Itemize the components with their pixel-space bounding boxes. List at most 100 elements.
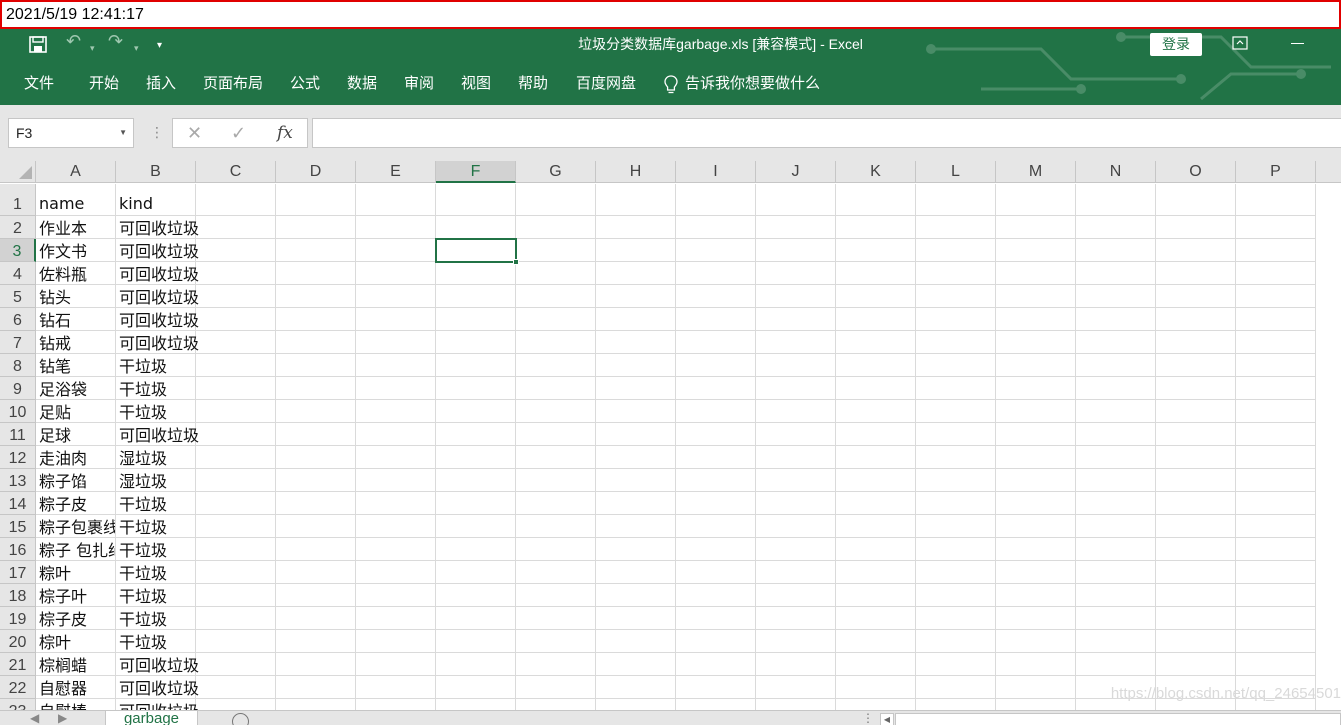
cell-a22[interactable]: 自慰器 — [36, 676, 116, 699]
cell-b17[interactable]: 干垃圾 — [116, 561, 196, 584]
cancel-icon[interactable]: ✕ — [187, 123, 202, 143]
cell-c19[interactable] — [196, 607, 276, 630]
cell-h14[interactable] — [596, 492, 676, 515]
cell-d7[interactable] — [276, 331, 356, 354]
cell-h10[interactable] — [596, 400, 676, 423]
cell-l7[interactable] — [916, 331, 996, 354]
cell-a12[interactable]: 走油肉 — [36, 446, 116, 469]
cell-a20[interactable]: 棕叶 — [36, 630, 116, 653]
cell-e6[interactable] — [356, 308, 436, 331]
cell-i6[interactable] — [676, 308, 756, 331]
cell-h22[interactable] — [596, 676, 676, 699]
cell-g10[interactable] — [516, 400, 596, 423]
cell-m15[interactable] — [996, 515, 1076, 538]
cell-j16[interactable] — [756, 538, 836, 561]
cell-b15[interactable]: 干垃圾 — [116, 515, 196, 538]
cell-f15[interactable] — [436, 515, 516, 538]
cell-k21[interactable] — [836, 653, 916, 676]
cell-l17[interactable] — [916, 561, 996, 584]
cell-g20[interactable] — [516, 630, 596, 653]
cell-p7[interactable] — [1236, 331, 1316, 354]
cell-o9[interactable] — [1156, 377, 1236, 400]
cell-e5[interactable] — [356, 285, 436, 308]
cell-k22[interactable] — [836, 676, 916, 699]
cell-g13[interactable] — [516, 469, 596, 492]
cell-n1[interactable] — [1076, 184, 1156, 216]
row-header-9[interactable]: 9 — [0, 377, 36, 400]
cell-p3[interactable] — [1236, 239, 1316, 262]
cell-o8[interactable] — [1156, 354, 1236, 377]
cell-n4[interactable] — [1076, 262, 1156, 285]
cell-m8[interactable] — [996, 354, 1076, 377]
cell-o4[interactable] — [1156, 262, 1236, 285]
cell-l18[interactable] — [916, 584, 996, 607]
cell-l19[interactable] — [916, 607, 996, 630]
cell-c5[interactable] — [196, 285, 276, 308]
cell-n9[interactable] — [1076, 377, 1156, 400]
cell-d5[interactable] — [276, 285, 356, 308]
cell-p6[interactable] — [1236, 308, 1316, 331]
cell-d21[interactable] — [276, 653, 356, 676]
cell-j11[interactable] — [756, 423, 836, 446]
cell-g12[interactable] — [516, 446, 596, 469]
cell-h13[interactable] — [596, 469, 676, 492]
cell-e15[interactable] — [356, 515, 436, 538]
cell-l9[interactable] — [916, 377, 996, 400]
cell-j22[interactable] — [756, 676, 836, 699]
cell-d2[interactable] — [276, 216, 356, 239]
cell-m3[interactable] — [996, 239, 1076, 262]
cell-n11[interactable] — [1076, 423, 1156, 446]
cell-i3[interactable] — [676, 239, 756, 262]
cell-k12[interactable] — [836, 446, 916, 469]
row-header-10[interactable]: 10 — [0, 400, 36, 423]
cell-g19[interactable] — [516, 607, 596, 630]
cell-b12[interactable]: 湿垃圾 — [116, 446, 196, 469]
cell-i22[interactable] — [676, 676, 756, 699]
row-header-20[interactable]: 20 — [0, 630, 36, 653]
cell-o20[interactable] — [1156, 630, 1236, 653]
cell-e3[interactable] — [356, 239, 436, 262]
cell-i23[interactable] — [676, 699, 756, 710]
cell-g4[interactable] — [516, 262, 596, 285]
cell-j2[interactable] — [756, 216, 836, 239]
cell-m5[interactable] — [996, 285, 1076, 308]
cell-e23[interactable] — [356, 699, 436, 710]
cell-i11[interactable] — [676, 423, 756, 446]
cell-i16[interactable] — [676, 538, 756, 561]
cell-a15[interactable]: 粽子包裹线 — [36, 515, 116, 538]
cell-n15[interactable] — [1076, 515, 1156, 538]
cell-n19[interactable] — [1076, 607, 1156, 630]
column-header-m[interactable]: M — [996, 161, 1076, 183]
cell-e11[interactable] — [356, 423, 436, 446]
cell-c23[interactable] — [196, 699, 276, 710]
cell-n3[interactable] — [1076, 239, 1156, 262]
cell-h8[interactable] — [596, 354, 676, 377]
cell-n2[interactable] — [1076, 216, 1156, 239]
row-header-2[interactable]: 2 — [0, 216, 36, 239]
cell-e4[interactable] — [356, 262, 436, 285]
cell-o14[interactable] — [1156, 492, 1236, 515]
cell-l20[interactable] — [916, 630, 996, 653]
cell-m11[interactable] — [996, 423, 1076, 446]
cell-n17[interactable] — [1076, 561, 1156, 584]
column-header-b[interactable]: B — [116, 161, 196, 183]
cell-m21[interactable] — [996, 653, 1076, 676]
cell-c2[interactable] — [196, 216, 276, 239]
cell-m23[interactable] — [996, 699, 1076, 710]
cell-j18[interactable] — [756, 584, 836, 607]
cell-g15[interactable] — [516, 515, 596, 538]
column-header-k[interactable]: K — [836, 161, 916, 183]
cell-i17[interactable] — [676, 561, 756, 584]
cell-n7[interactable] — [1076, 331, 1156, 354]
cell-f11[interactable] — [436, 423, 516, 446]
tab-page-layout[interactable]: 页面布局 — [203, 75, 263, 93]
column-header-g[interactable]: G — [516, 161, 596, 183]
cell-m16[interactable] — [996, 538, 1076, 561]
cell-j4[interactable] — [756, 262, 836, 285]
cell-l22[interactable] — [916, 676, 996, 699]
cell-j17[interactable] — [756, 561, 836, 584]
tab-review[interactable]: 审阅 — [404, 75, 434, 93]
cell-m22[interactable] — [996, 676, 1076, 699]
cell-e18[interactable] — [356, 584, 436, 607]
cell-p17[interactable] — [1236, 561, 1316, 584]
